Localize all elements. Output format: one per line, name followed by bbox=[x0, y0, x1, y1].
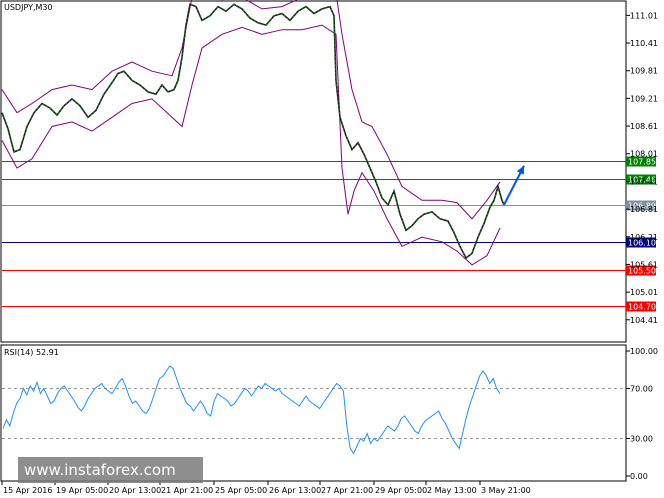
time-tick-label: 19 Apr 05:00 bbox=[56, 486, 108, 495]
rsi-tick-label: 70.00 bbox=[630, 385, 653, 394]
rsi-tick-label: 100.00 bbox=[630, 347, 658, 356]
time-tick-label: 29 Apr 05:00 bbox=[375, 486, 427, 495]
price-tick-label: 106.81 bbox=[630, 205, 658, 214]
price-tick-label: 109.21 bbox=[630, 94, 658, 103]
price-tick-label: 108.01 bbox=[630, 150, 658, 159]
chart-title: USDJPY,M30 bbox=[4, 3, 53, 12]
rsi-tick-label: 0.00 bbox=[630, 472, 648, 481]
price-tick-label: 110.41 bbox=[630, 39, 658, 48]
price-tick-label: 111.01 bbox=[630, 11, 658, 20]
rsi-tick-label: 30.00 bbox=[630, 435, 653, 444]
time-tick-label: 20 Apr 13:00 bbox=[109, 486, 161, 495]
time-tick-label: 26 Apr 13:00 bbox=[269, 486, 321, 495]
time-tick-label: 3 May 21:00 bbox=[481, 486, 531, 495]
price-tick-label: 105.61 bbox=[630, 260, 658, 269]
price-tick-label: 104.41 bbox=[630, 316, 658, 325]
chart-canvas: 107.85107.46106.89106.10105.50104.70 111… bbox=[0, 0, 658, 495]
price-tick-label: 107.41 bbox=[630, 177, 658, 186]
time-tick-label: 2 May 13:00 bbox=[427, 486, 477, 495]
rsi-title: RSI(14) 52.91 bbox=[4, 348, 59, 357]
level-tag-label: 104.70 bbox=[628, 303, 656, 312]
watermark: www.instaforex.com bbox=[18, 457, 203, 483]
price-pane bbox=[0, 0, 627, 343]
price-tick-label: 108.61 bbox=[630, 122, 658, 131]
time-tick-label: 15 Apr 2016 bbox=[3, 486, 52, 495]
time-tick-label: 21 Apr 21:00 bbox=[161, 486, 213, 495]
level-tag-label: 107.85 bbox=[628, 158, 656, 167]
price-tick-label: 109.81 bbox=[630, 67, 658, 76]
time-tick-label: 25 Apr 05:00 bbox=[215, 486, 267, 495]
time-tick-label: 27 Apr 21:00 bbox=[321, 486, 373, 495]
watermark-text: www.instaforex.com bbox=[24, 461, 176, 479]
price-tick-label: 105.01 bbox=[630, 288, 658, 297]
price-tick-label: 106.21 bbox=[630, 233, 658, 242]
